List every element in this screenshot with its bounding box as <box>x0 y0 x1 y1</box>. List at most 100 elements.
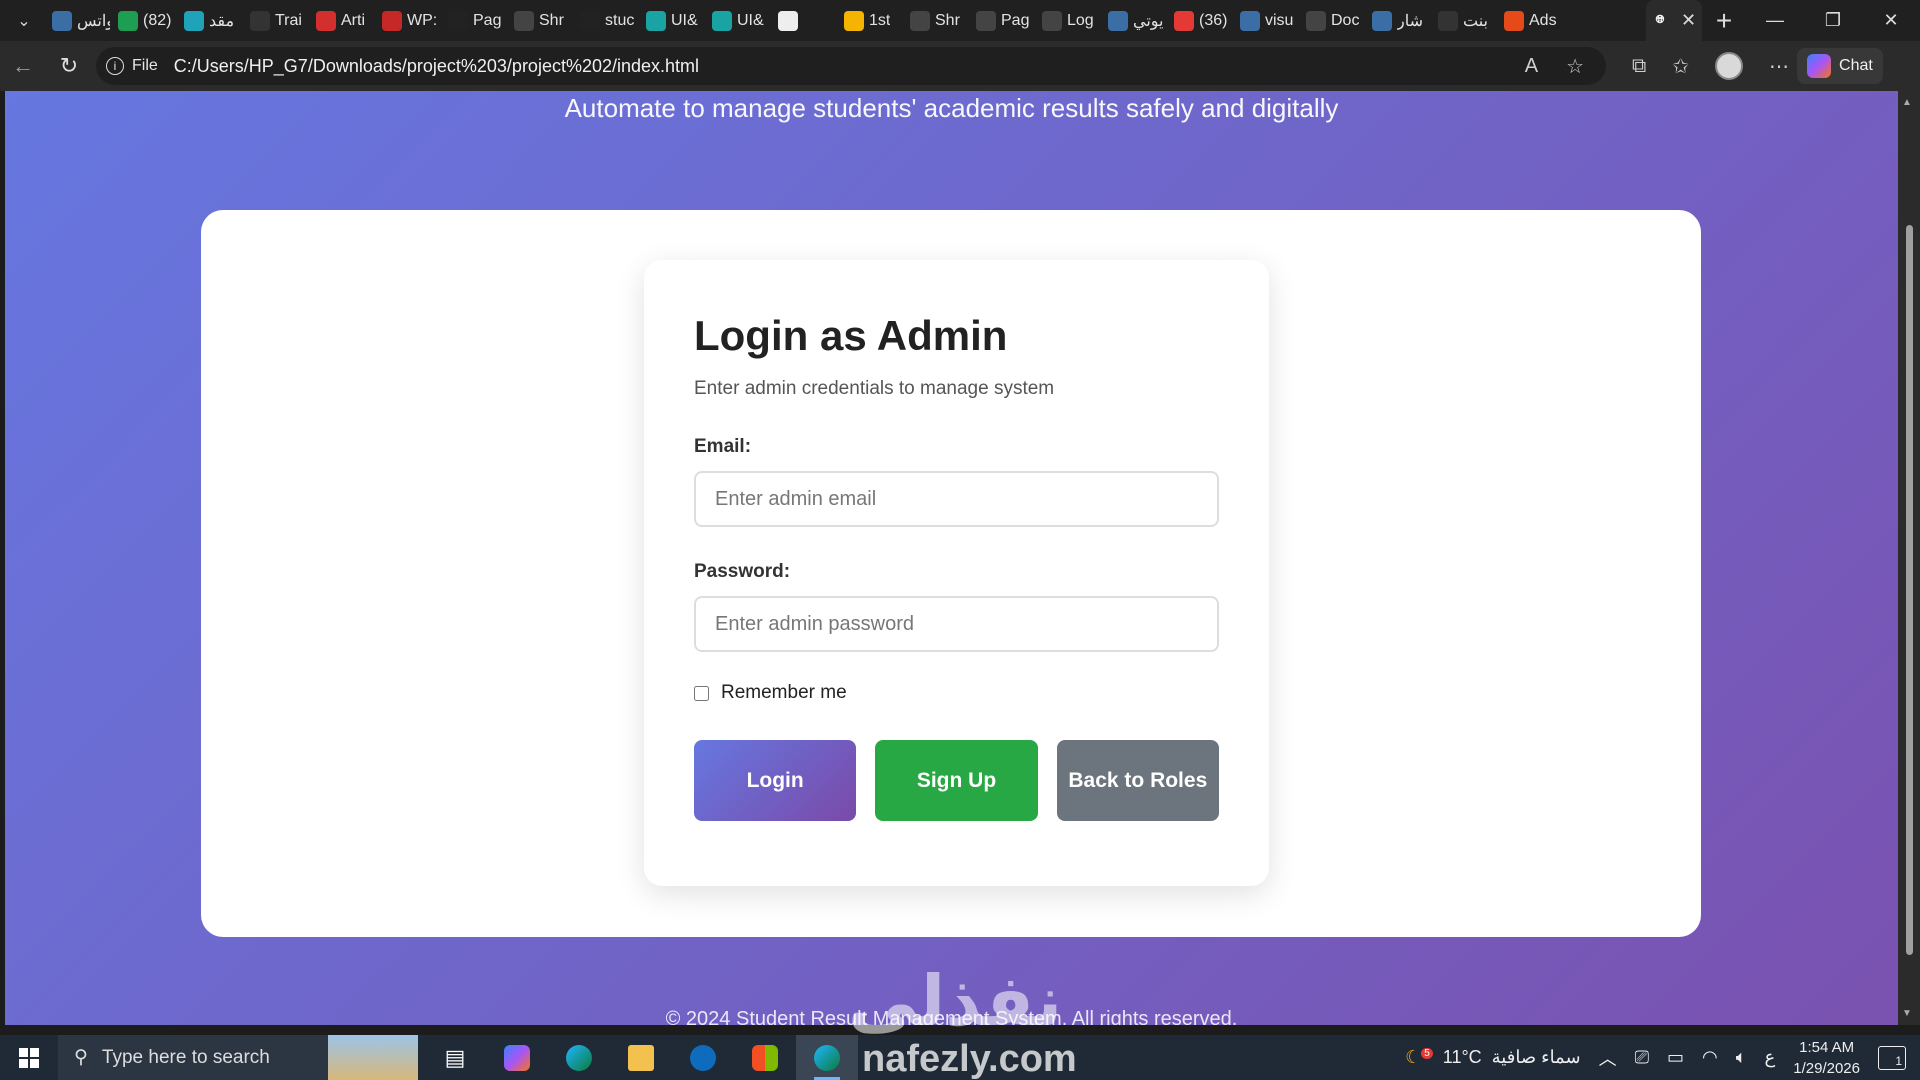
tab-14[interactable]: Pag <box>972 0 1038 41</box>
tab-20[interactable]: شار <box>1368 0 1434 41</box>
tab-active[interactable]: 🌐︎ ✕ <box>1646 0 1702 41</box>
windows-logo-icon <box>19 1047 39 1068</box>
tab-label: WP: <box>407 11 438 29</box>
tab-actions-menu-button[interactable]: ⌄ <box>0 0 48 41</box>
favorites-icon[interactable]: ✩ <box>1672 54 1689 79</box>
tab-label: بنت <box>1463 12 1488 30</box>
watermark-latin: nafezly.com <box>862 1038 1077 1080</box>
tab-11[interactable] <box>774 0 840 41</box>
address-bar[interactable]: i File C:/Users/HP_G7/Downloads/project%… <box>96 47 1606 85</box>
tab-15[interactable]: Log <box>1038 0 1104 41</box>
screen: ⌄ واتس (82) مقد Trai Arti WP: Pag Shr stuc UI&UI&… <box>0 0 1920 1080</box>
show-hidden-icons-icon[interactable]: ︿ <box>1599 1045 1617 1071</box>
scroll-down-arrow-icon[interactable]: ▼ <box>1902 1008 1912 1019</box>
edge-taskbar-button[interactable] <box>548 1035 610 1080</box>
file-explorer-button[interactable] <box>610 1035 672 1080</box>
profile-avatar[interactable] <box>1715 52 1744 80</box>
drive-icon <box>844 10 864 31</box>
remember-me-checkbox[interactable] <box>694 685 709 701</box>
outlook-button[interactable] <box>672 1035 734 1080</box>
copilot-chat-button[interactable]: Chat <box>1797 48 1883 84</box>
tab-9[interactable]: UI& <box>642 0 708 41</box>
email-input[interactable] <box>694 471 1219 527</box>
tab-label: Trai <box>275 11 302 29</box>
tab-label: stuc <box>605 11 635 29</box>
task-view-icon: ▤ <box>444 1044 466 1070</box>
back-button[interactable]: ← <box>0 41 46 91</box>
minimize-button[interactable]: — <box>1746 0 1804 41</box>
clock[interactable]: 1:54 AM 1/29/2026 <box>1793 1037 1860 1079</box>
system-tray: ☾ 5 11°C سماء صافية ︿ ⎚ ▭ ◠ 🔈︎ ع 1:54 AM … <box>1405 1037 1920 1079</box>
info-icon[interactable]: i <box>106 57 124 75</box>
clock-time: 1:54 AM <box>1799 1038 1855 1056</box>
refresh-button[interactable]: ↻ <box>46 41 92 91</box>
remember-me-label[interactable]: Remember me <box>721 682 847 704</box>
store-icon <box>752 1044 778 1071</box>
page-tagline: Automate to manage students' academic re… <box>564 93 1339 123</box>
copilot-icon <box>1807 54 1832 78</box>
camera-icon[interactable]: ⎚ <box>1635 1047 1649 1068</box>
address-url[interactable]: C:/Users/HP_G7/Downloads/project%203/pro… <box>174 56 1525 77</box>
tab-1[interactable]: (82) <box>114 0 180 41</box>
signup-button[interactable]: Sign Up <box>875 740 1038 821</box>
search-icon <box>1240 10 1260 31</box>
task-view-button[interactable]: ▤ <box>424 1035 486 1080</box>
taskbar-search[interactable]: ⚲ Type here to search <box>58 1035 418 1080</box>
tab-21[interactable]: بنت <box>1434 0 1500 41</box>
weather-widget[interactable]: ☾ 5 11°C سماء صافية <box>1405 1047 1581 1068</box>
globe-icon <box>910 10 930 31</box>
tab-label: UI& <box>671 11 698 29</box>
tab-10[interactable]: UI& <box>708 0 774 41</box>
button-row: Login Sign Up Back to Roles <box>694 740 1219 821</box>
tab-22[interactable]: Ads <box>1500 0 1566 41</box>
folder-icon <box>628 1044 654 1071</box>
read-aloud-icon[interactable]: A <box>1525 55 1538 78</box>
store-button[interactable] <box>734 1035 796 1080</box>
favorite-star-icon[interactable]: ☆ <box>1566 54 1584 79</box>
notifications-icon[interactable]: 1 <box>1878 1045 1906 1070</box>
close-window-button[interactable]: ✕ <box>1862 0 1920 41</box>
tab-label: visu <box>1265 11 1294 29</box>
scroll-up-arrow-icon[interactable]: ▲ <box>1902 97 1912 108</box>
tab-3[interactable]: Trai <box>246 0 312 41</box>
tab-5[interactable]: WP: <box>378 0 444 41</box>
window-controls: — ❐ ✕ <box>1746 0 1920 41</box>
youtube-icon <box>1174 10 1194 31</box>
tab-label: Log <box>1067 11 1094 29</box>
search-icon <box>1108 10 1128 31</box>
tab-13[interactable]: Shr <box>906 0 972 41</box>
tab-12[interactable]: 1st <box>840 0 906 41</box>
scrollbar[interactable]: ▲ ▼ <box>1898 91 1920 1025</box>
tab-label: مقد <box>209 12 235 30</box>
copilot-taskbar-button[interactable] <box>486 1035 548 1080</box>
scrollbar-thumb[interactable] <box>1906 225 1913 955</box>
password-input[interactable] <box>694 596 1219 652</box>
back-to-roles-button[interactable]: Back to Roles <box>1056 740 1219 821</box>
edge-active-button[interactable] <box>796 1035 858 1080</box>
extensions-icon[interactable]: ⧉ <box>1632 55 1646 78</box>
tab-7[interactable]: Shr <box>510 0 576 41</box>
more-options-icon[interactable]: ⋯ <box>1769 54 1789 79</box>
input-language[interactable]: ع <box>1765 1047 1776 1068</box>
start-button[interactable] <box>0 1035 58 1080</box>
tab-label: UI& <box>737 11 764 29</box>
login-button[interactable]: Login <box>694 740 857 821</box>
battery-icon[interactable]: ▭ <box>1667 1047 1684 1068</box>
tab-2[interactable]: مقد <box>180 0 246 41</box>
main-card: Login as Admin Enter admin credentials t… <box>201 210 1701 937</box>
tab-4[interactable]: Arti <box>312 0 378 41</box>
tab-16[interactable]: يوتي <box>1104 0 1170 41</box>
tab-0[interactable]: واتس <box>48 0 114 41</box>
new-tab-button[interactable]: + <box>1702 0 1746 41</box>
badge-icon <box>118 10 138 31</box>
close-tab-icon[interactable]: ✕ <box>1681 10 1696 31</box>
tab-8[interactable]: stuc <box>576 0 642 41</box>
tab-6[interactable]: Pag <box>444 0 510 41</box>
wifi-icon[interactable]: ◠ <box>1702 1047 1718 1068</box>
tab-19[interactable]: Doc <box>1302 0 1368 41</box>
restore-button[interactable]: ❐ <box>1804 0 1862 41</box>
login-subtitle: Enter admin credentials to manage system <box>694 378 1055 399</box>
volume-icon[interactable]: 🔈︎ <box>1736 1047 1747 1068</box>
tab-17[interactable]: (36) <box>1170 0 1236 41</box>
tab-18[interactable]: visu <box>1236 0 1302 41</box>
